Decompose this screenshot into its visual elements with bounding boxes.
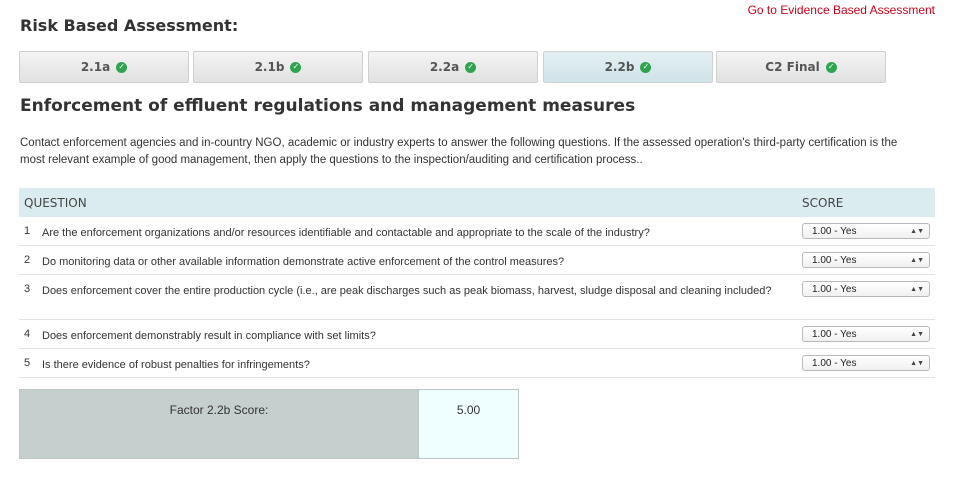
table-row: 5 Is there evidence of robust penalties … bbox=[19, 349, 935, 378]
question-text: Is there evidence of robust penalties fo… bbox=[42, 359, 310, 371]
tab-label: 2.2a bbox=[429, 60, 460, 74]
question-text: Are the enforcement organizations and/or… bbox=[42, 227, 650, 239]
question-number: 5 bbox=[24, 357, 31, 369]
table-row: 4 Does enforcement demonstrably result i… bbox=[19, 320, 935, 349]
score-select-value: 1.00 - Yes bbox=[812, 254, 857, 266]
evidence-based-assessment-link[interactable]: Go to Evidence Based Assessment bbox=[748, 3, 935, 17]
table-header: QUESTION SCORE bbox=[19, 188, 935, 217]
score-cell: 1.00 - Yes ▲▼ bbox=[802, 275, 935, 297]
tab-label: 2.1a bbox=[80, 60, 111, 74]
score-cell: 1.00 - Yes ▲▼ bbox=[802, 217, 935, 239]
tab-2-1b[interactable]: 2.1b ✓ bbox=[193, 51, 363, 83]
score-select-value: 1.00 - Yes bbox=[812, 328, 857, 340]
page-title: Risk Based Assessment: bbox=[20, 16, 239, 35]
section-title: Enforcement of effluent regulations and … bbox=[20, 96, 636, 116]
tab-2-2a[interactable]: 2.2a ✓ bbox=[368, 51, 538, 83]
score-cell: 1.00 - Yes ▲▼ bbox=[802, 246, 935, 268]
section-intro: Contact enforcement agencies and in-coun… bbox=[20, 137, 898, 166]
question-text: Does enforcement cover the entire produc… bbox=[42, 285, 772, 297]
table-row: 1 Are the enforcement organizations and/… bbox=[19, 217, 935, 246]
question-column-header: QUESTION bbox=[24, 195, 87, 210]
tab-c2-final[interactable]: C2 Final ✓ bbox=[716, 51, 886, 83]
table-row: 3 Does enforcement cover the entire prod… bbox=[19, 275, 935, 320]
tab-label: 2.1b bbox=[254, 60, 285, 74]
score-select[interactable]: 1.00 - Yes ▲▼ bbox=[802, 355, 930, 371]
score-select[interactable]: 1.00 - Yes ▲▼ bbox=[802, 281, 930, 297]
updown-arrow-icon: ▲▼ bbox=[910, 285, 924, 293]
score-select-value: 1.00 - Yes bbox=[812, 357, 857, 369]
question-text: Does enforcement demonstrably result in … bbox=[42, 330, 376, 342]
check-circle-icon: ✓ bbox=[290, 61, 302, 73]
score-select-value: 1.00 - Yes bbox=[812, 225, 857, 237]
score-column-header: SCORE bbox=[802, 195, 844, 210]
score-cell: 1.00 - Yes ▲▼ bbox=[802, 320, 935, 342]
check-circle-icon: ✓ bbox=[465, 61, 477, 73]
score-cell: 1.00 - Yes ▲▼ bbox=[802, 349, 935, 371]
updown-arrow-icon: ▲▼ bbox=[910, 330, 924, 338]
question-number: 2 bbox=[24, 254, 31, 266]
factor-score-label: Factor 2.2b Score: bbox=[20, 390, 418, 458]
tab-label: 2.2b bbox=[604, 60, 635, 74]
question-number: 1 bbox=[24, 225, 31, 237]
score-select-value: 1.00 - Yes bbox=[812, 283, 857, 295]
tab-2-2b[interactable]: 2.2b ✓ bbox=[543, 51, 713, 83]
score-select[interactable]: 1.00 - Yes ▲▼ bbox=[802, 252, 930, 268]
score-select[interactable]: 1.00 - Yes ▲▼ bbox=[802, 326, 930, 342]
question-number: 4 bbox=[24, 328, 31, 340]
factor-score-value: 5.00 bbox=[418, 390, 518, 458]
question-number: 3 bbox=[24, 283, 31, 295]
table-row: 2 Do monitoring data or other available … bbox=[19, 246, 935, 275]
factor-score-box: Factor 2.2b Score: 5.00 bbox=[19, 389, 519, 459]
tab-2-1a[interactable]: 2.1a ✓ bbox=[19, 51, 189, 83]
check-circle-icon: ✓ bbox=[825, 61, 837, 73]
check-circle-icon: ✓ bbox=[640, 61, 652, 73]
updown-arrow-icon: ▲▼ bbox=[910, 359, 924, 367]
updown-arrow-icon: ▲▼ bbox=[910, 227, 924, 235]
updown-arrow-icon: ▲▼ bbox=[910, 256, 924, 264]
question-text: Do monitoring data or other available in… bbox=[42, 256, 565, 268]
question-table: QUESTION SCORE 1 Are the enforcement org… bbox=[19, 188, 935, 378]
check-circle-icon: ✓ bbox=[116, 61, 128, 73]
tab-label: C2 Final bbox=[765, 60, 820, 74]
score-select[interactable]: 1.00 - Yes ▲▼ bbox=[802, 223, 930, 239]
